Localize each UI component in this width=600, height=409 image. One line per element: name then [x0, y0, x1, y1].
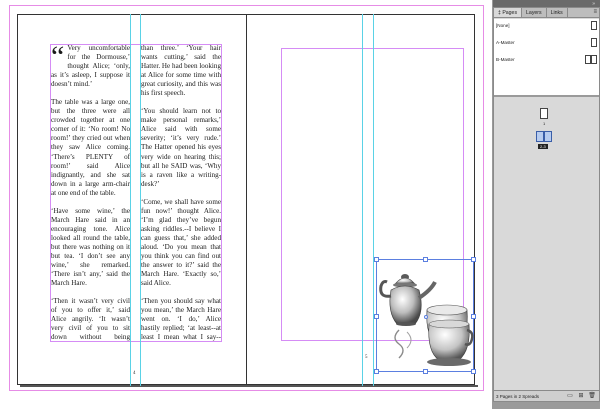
text-frame-column-2[interactable]: than three.’ ‘Your hair wants cutting,’ … [141, 44, 221, 342]
resize-handle-bottom[interactable] [423, 369, 428, 374]
page-thumbnail-3[interactable] [544, 131, 552, 142]
paragraph: ‘Come, we shall have some fun now!’ thou… [141, 197, 221, 288]
resize-handle-bottom-left[interactable] [374, 369, 379, 374]
column-guide [362, 14, 363, 386]
master-item-b[interactable]: B-Master [494, 53, 599, 65]
paragraph: ‘Then you should say what you mean,’ the… [141, 297, 221, 342]
tab-layers[interactable]: Layers [522, 8, 547, 17]
master-thumbnail [591, 37, 597, 47]
page-count-status: 3 Pages in 2 Spreads [496, 393, 540, 399]
column-guide [130, 14, 131, 386]
master-item-none[interactable]: [None] [494, 19, 599, 31]
text-frame-column-1[interactable]: “Very uncomfortable for the Dormouse,’ t… [51, 44, 130, 342]
master-thumbnail [591, 20, 597, 30]
page-number-left: 4 [133, 371, 136, 376]
spread-spine [246, 14, 247, 386]
tab-links[interactable]: Links [547, 8, 568, 17]
new-page-icon[interactable]: ⊞ [577, 392, 585, 400]
edit-page-size-icon[interactable]: ▭ [566, 392, 574, 400]
pasteboard[interactable]: “Very uncomfortable for the Dormouse,’ t… [0, 0, 492, 409]
resize-handle-left[interactable] [374, 314, 379, 319]
spread-label-1: 1 [543, 121, 546, 126]
spread-label-2-3: 2-3 [538, 144, 548, 149]
pages-section: 1 2-3 [494, 97, 599, 379]
panel-tabs: ‡ Pages Layers Links ≡ [494, 8, 599, 18]
page-thumbnail-2[interactable] [536, 131, 544, 142]
paragraph: “Very uncomfortable for the Dormouse,’ t… [51, 44, 130, 89]
paragraph: than three.’ ‘Your hair wants cutting,’ … [141, 44, 221, 98]
resize-handle-top[interactable] [423, 257, 428, 262]
spread-shadow [20, 385, 478, 387]
master-thumbnail [585, 54, 597, 64]
master-item-a[interactable]: A-Master [494, 36, 599, 48]
paragraph: ‘Then it wasn’t very civil of you to off… [51, 297, 130, 342]
page-thumbnail-1[interactable] [540, 108, 548, 119]
drop-cap: “ [51, 44, 65, 73]
column-guide [373, 14, 374, 386]
resize-handle-top-right[interactable] [471, 257, 476, 262]
panel-footer: 3 Pages in 2 Spreads ▭ ⊞ 🗑 [494, 390, 599, 401]
resize-handle-top-left[interactable] [374, 257, 379, 262]
master-label: [None] [496, 22, 510, 28]
image-frame[interactable] [374, 257, 476, 374]
pages-panel[interactable]: ‡ Pages Layers Links ≡ [None] A-Master B… [493, 7, 600, 402]
paragraph: ‘Have some wine,’ the March Hare said in… [51, 206, 130, 288]
panel-grip-bar[interactable]: » [493, 0, 600, 7]
masters-section: [None] A-Master B-Master [494, 19, 599, 97]
resize-handle-right[interactable] [471, 314, 476, 319]
master-label: A-Master [496, 39, 515, 45]
paragraph: The table was a large one, but the three… [51, 98, 130, 197]
frame-center-point[interactable] [424, 315, 428, 319]
tab-pages[interactable]: ‡ Pages [494, 8, 523, 17]
paragraph: ‘You should learn not to make personal r… [141, 107, 221, 188]
page-number-right: 5 [365, 355, 368, 360]
panel-menu-icon[interactable]: ≡ [593, 9, 597, 15]
delete-page-icon[interactable]: 🗑 [588, 392, 596, 400]
resize-handle-bottom-right[interactable] [471, 369, 476, 374]
master-label: B-Master [496, 56, 515, 62]
